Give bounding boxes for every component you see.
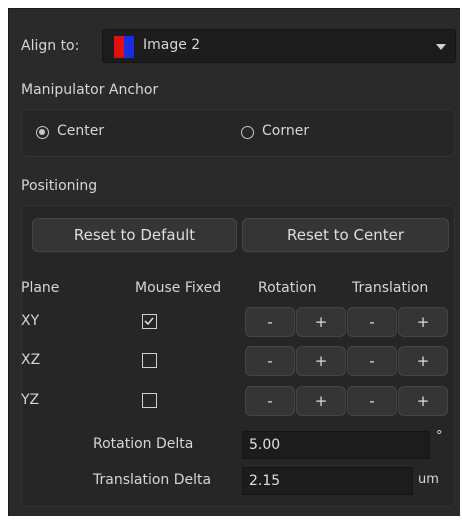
- reset-to-default-button[interactable]: Reset to Default: [32, 218, 237, 252]
- positioning-panel: Align to: Image 2 Manipulator Anchor Cen…: [8, 8, 460, 516]
- align-to-label: Align to:: [21, 38, 80, 54]
- rotation-plus-button[interactable]: +: [296, 307, 346, 337]
- mouse-fixed-checkbox[interactable]: [142, 393, 157, 408]
- reset-to-center-button[interactable]: Reset to Center: [242, 218, 449, 252]
- translation-minus-button[interactable]: -: [347, 386, 397, 416]
- translation-delta-input[interactable]: 2.15: [242, 467, 413, 495]
- radio-unselected-icon[interactable]: [241, 126, 254, 139]
- translation-plus-button[interactable]: +: [398, 346, 448, 376]
- translation-header: Translation: [352, 280, 429, 296]
- rotation-delta-unit: °: [436, 429, 443, 444]
- plane-label: YZ: [21, 392, 40, 408]
- translation-delta-label: Translation Delta: [93, 472, 212, 488]
- image-color-swatch: [114, 36, 134, 58]
- align-to-dropdown[interactable]: Image 2: [102, 29, 456, 63]
- rotation-delta-input[interactable]: 5.00: [242, 431, 430, 459]
- translation-plus-button[interactable]: +: [398, 307, 448, 337]
- rotation-plus-button[interactable]: +: [296, 386, 346, 416]
- translation-minus-button[interactable]: -: [347, 307, 397, 337]
- rotation-delta-label: Rotation Delta: [93, 436, 194, 452]
- rotation-plus-button[interactable]: +: [296, 346, 346, 376]
- anchor-center-label: Center: [57, 123, 105, 139]
- translation-minus-button[interactable]: -: [347, 346, 397, 376]
- rotation-minus-button[interactable]: -: [245, 307, 295, 337]
- rotation-minus-button[interactable]: -: [245, 346, 295, 376]
- align-to-selected-value: Image 2: [143, 37, 201, 53]
- checkmark-icon: [144, 317, 154, 326]
- plane-header: Plane: [21, 280, 60, 296]
- mouse-fixed-header: Mouse Fixed: [135, 280, 222, 296]
- radio-selected-icon[interactable]: [36, 126, 49, 139]
- plane-label: XY: [21, 313, 40, 329]
- mouse-fixed-checkbox[interactable]: [142, 314, 157, 329]
- rotation-header: Rotation: [258, 280, 317, 296]
- rotation-minus-button[interactable]: -: [245, 386, 295, 416]
- translation-plus-button[interactable]: +: [398, 386, 448, 416]
- positioning-title: Positioning: [21, 178, 98, 194]
- chevron-down-icon: [436, 44, 446, 50]
- plane-label: XZ: [21, 352, 41, 368]
- manipulator-anchor-title: Manipulator Anchor: [21, 82, 159, 98]
- mouse-fixed-checkbox[interactable]: [142, 353, 157, 368]
- manipulator-anchor-group: Center Corner: [21, 109, 455, 157]
- anchor-corner-label: Corner: [262, 123, 310, 139]
- translation-delta-unit: um: [418, 472, 439, 487]
